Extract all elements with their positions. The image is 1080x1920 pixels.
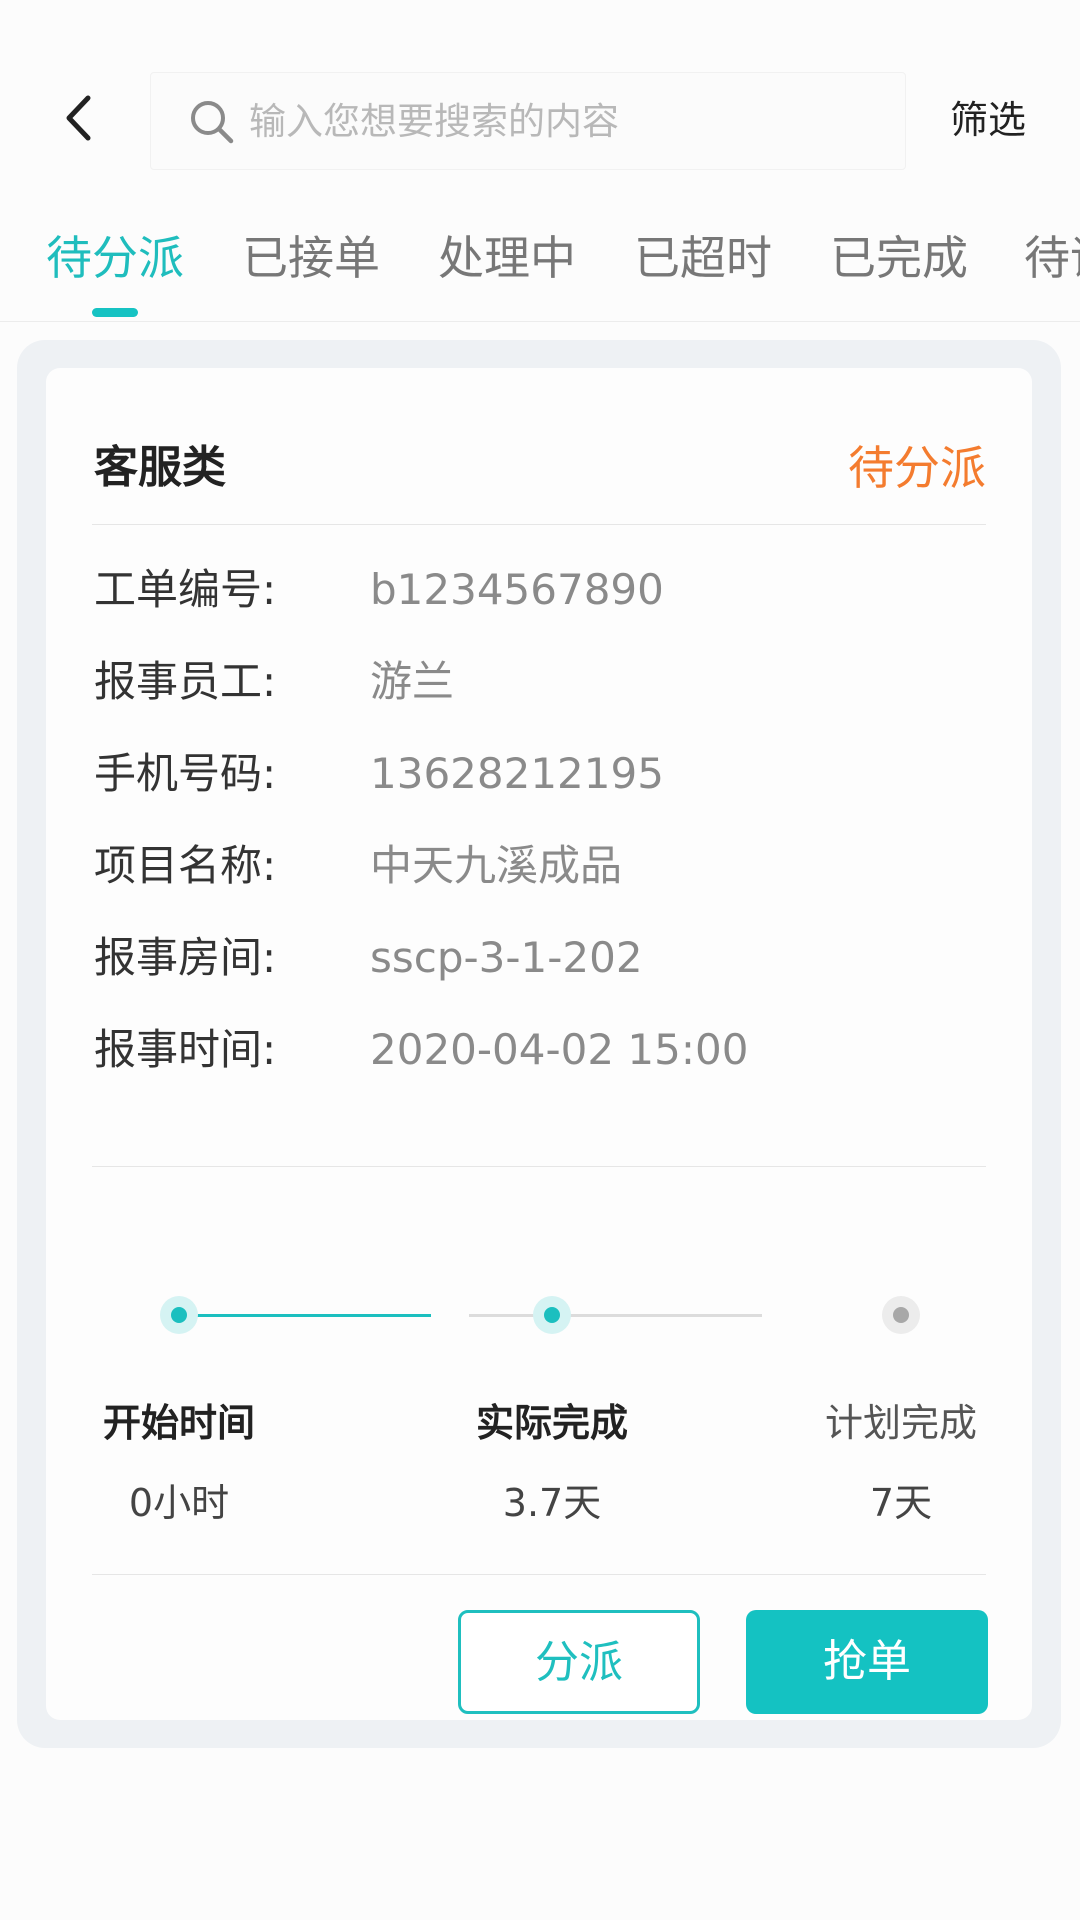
timeline-label-planned: 计划完成 bbox=[824, 1401, 978, 1445]
timeline-line-pending bbox=[469, 1314, 762, 1317]
timeline-dot-actual bbox=[533, 1296, 571, 1334]
back-button[interactable] bbox=[48, 86, 108, 150]
tab-accepted[interactable]: 已接单 bbox=[242, 228, 380, 288]
tab-completed[interactable]: 已完成 bbox=[830, 228, 968, 288]
divider bbox=[92, 524, 986, 525]
header: 筛选 bbox=[0, 0, 1080, 200]
search-icon bbox=[191, 101, 234, 144]
field-label: 报事员工: bbox=[94, 657, 277, 706]
timeline-label-actual: 实际完成 bbox=[475, 1401, 629, 1445]
divider bbox=[92, 1166, 986, 1167]
field-value: 中天九溪成品 bbox=[370, 841, 623, 890]
field-value: 13628212195 bbox=[370, 749, 664, 798]
tab-processing[interactable]: 处理中 bbox=[438, 228, 576, 288]
field-value: b1234567890 bbox=[370, 565, 664, 614]
field-label: 报事时间: bbox=[94, 1025, 277, 1074]
field-value: sscp-3-1-202 bbox=[370, 933, 643, 982]
work-order-card[interactable]: 客服类 待分派 工单编号: b1234567890 报事员工: 游兰 手机号码:… bbox=[46, 368, 1032, 1720]
work-order-card-container: 客服类 待分派 工单编号: b1234567890 报事员工: 游兰 手机号码:… bbox=[17, 340, 1061, 1748]
search-box[interactable] bbox=[150, 72, 906, 170]
field-label: 手机号码: bbox=[94, 749, 277, 798]
field-label: 项目名称: bbox=[94, 841, 277, 890]
timeline-dot-start bbox=[160, 1296, 198, 1334]
status-tabs: 待分派 已接单 处理中 已超时 已完成 待评价 bbox=[0, 208, 1080, 322]
field-label: 工单编号: bbox=[94, 565, 277, 614]
card-category: 客服类 bbox=[94, 442, 226, 493]
tab-pending-dispatch[interactable]: 待分派 bbox=[46, 228, 184, 288]
timeline-label-start: 开始时间 bbox=[102, 1401, 256, 1445]
chevron-left-icon bbox=[66, 95, 91, 141]
timeline-value-planned: 7天 bbox=[869, 1481, 933, 1525]
tab-overdue[interactable]: 已超时 bbox=[634, 228, 772, 288]
field-value: 2020-04-02 15:00 bbox=[370, 1025, 749, 1074]
divider bbox=[92, 1574, 986, 1575]
search-input[interactable] bbox=[249, 73, 879, 169]
filter-button[interactable]: 筛选 bbox=[950, 92, 1060, 148]
timeline-value-actual: 3.7天 bbox=[502, 1481, 602, 1525]
timeline-dot-planned bbox=[882, 1296, 920, 1334]
assign-button[interactable]: 分派 bbox=[458, 1610, 700, 1714]
grab-order-button[interactable]: 抢单 bbox=[746, 1610, 988, 1714]
field-value: 游兰 bbox=[370, 657, 455, 706]
tab-pending-review[interactable]: 待评价 bbox=[1024, 228, 1080, 288]
timeline-line-complete bbox=[179, 1314, 431, 1317]
timeline-value-start: 0小时 bbox=[128, 1481, 230, 1525]
active-tab-indicator bbox=[92, 308, 138, 317]
field-label: 报事房间: bbox=[94, 933, 277, 982]
progress-timeline: 开始时间 实际完成 计划完成 0小时 3.7天 7天 bbox=[46, 1228, 1032, 1548]
status-badge: 待分派 bbox=[848, 441, 986, 495]
